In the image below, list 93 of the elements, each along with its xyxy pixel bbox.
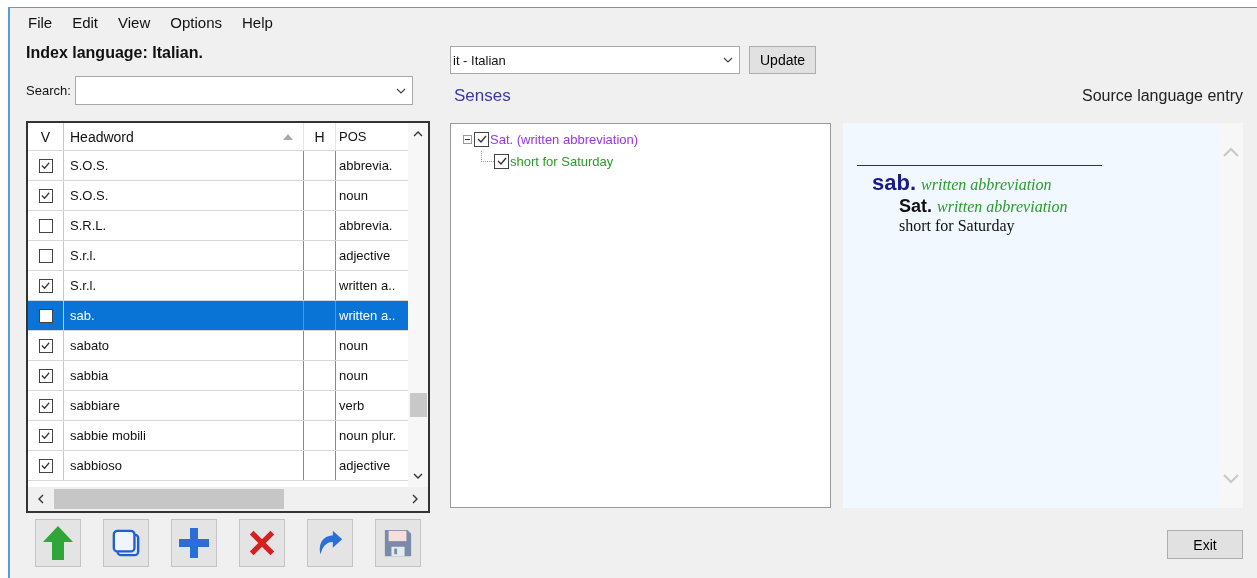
table-row[interactable]: sab. written a.. (28, 301, 408, 331)
table-cell: sabbioso (64, 451, 304, 480)
table-row[interactable]: sabbie mobili noun plur. (28, 421, 408, 451)
sense-term: Sat. (899, 196, 932, 217)
checkbox[interactable] (38, 368, 53, 383)
index-language-label: Index language: Italian. (26, 44, 204, 62)
table-cell: sabbia (64, 361, 304, 390)
up-button[interactable] (35, 519, 81, 567)
table-cell-text: abbrevia. (338, 157, 394, 175)
checkbox[interactable] (38, 278, 53, 293)
add-button[interactable] (171, 519, 217, 567)
scrollbar[interactable] (408, 123, 428, 487)
table-cell-text: written a.. (338, 277, 397, 295)
column-header[interactable]: H (304, 123, 336, 150)
save-button[interactable] (375, 519, 421, 567)
table-cell: S.r.l. (64, 241, 304, 270)
table-cell: S.r.l. (64, 271, 304, 300)
search-field[interactable] (74, 76, 413, 105)
chevron-down-icon (1223, 474, 1239, 484)
table-cell-text: adjective (338, 247, 392, 265)
plus-icon (178, 527, 210, 559)
checkbox[interactable] (38, 158, 53, 173)
table-row[interactable]: sabato noun (28, 331, 408, 361)
table-cell-text: written a.. (338, 307, 397, 325)
exit-button[interactable]: Exit (1167, 530, 1243, 559)
checkbox[interactable] (38, 458, 53, 473)
entry-headword: sab. (872, 170, 917, 196)
table-cell-text: adjective (338, 457, 392, 475)
table-cell-text: verb (338, 397, 366, 415)
checkbox[interactable] (38, 398, 53, 413)
checkbox[interactable] (474, 131, 489, 147)
table-row[interactable]: sabbioso adjective (28, 451, 408, 481)
table-row[interactable]: S.r.l. adjective (28, 241, 408, 271)
table-cell-text: noun plur. (338, 427, 398, 445)
tree-item[interactable]: short for Saturday (510, 153, 614, 169)
checkbox[interactable] (38, 218, 53, 233)
menu-item[interactable]: View (116, 11, 159, 33)
chevron-left-icon (38, 494, 44, 504)
column-header[interactable]: POS (336, 123, 408, 150)
table-row[interactable]: sabbia noun (28, 361, 408, 391)
senses-heading: Senses (454, 86, 511, 106)
table-cell: sabbie mobili (64, 421, 304, 450)
table-cell: S.R.L. (64, 211, 304, 240)
table-cell-text: noun (338, 337, 369, 355)
table-cell: sabbiare (64, 391, 304, 420)
checkbox[interactable] (38, 338, 53, 353)
search-label: Search: (26, 83, 71, 98)
copy-button[interactable] (103, 519, 149, 567)
column-header[interactable]: V (28, 123, 64, 150)
chevron-down-icon (723, 57, 733, 63)
grammar-label: written abbreviation (921, 176, 1052, 194)
chevron-up-icon (1223, 147, 1239, 157)
table-row[interactable]: sabbiare verb (28, 391, 408, 421)
collapse-icon[interactable] (463, 134, 472, 144)
menu-item[interactable]: Options (168, 11, 230, 33)
table-cell: sabato (64, 331, 304, 360)
checkbox[interactable] (38, 428, 53, 443)
chevron-up-icon (413, 131, 423, 137)
definition-text: short for Saturday (899, 217, 1016, 235)
update-button[interactable]: Update (749, 46, 817, 74)
scrollbar-thumb[interactable] (409, 393, 427, 417)
chevron-down-icon (413, 473, 423, 479)
checkbox[interactable] (38, 248, 53, 263)
column-header[interactable]: Headword (64, 123, 304, 150)
arrow-up-icon (42, 525, 74, 561)
table-cell-text: noun (338, 367, 369, 385)
table-row[interactable]: S.R.L. abbrevia. (28, 211, 408, 241)
delete-button[interactable] (239, 519, 285, 567)
menu-item[interactable]: Help (240, 11, 281, 33)
grammar-label: written abbreviation (937, 198, 1068, 216)
table-cell-text: abbrevia. (338, 217, 394, 235)
table-cell: S.O.S. (64, 151, 304, 180)
checkbox[interactable] (38, 308, 53, 323)
redo-button[interactable] (307, 519, 353, 567)
table-cell-text: noun (338, 187, 369, 205)
scrollbar[interactable] (28, 487, 428, 511)
language-select[interactable]: it - Italian (450, 46, 740, 74)
table-cell: S.O.S. (64, 181, 304, 210)
table-cell: sab. (64, 301, 304, 330)
checkbox[interactable] (494, 153, 509, 169)
menu-item[interactable]: Edit (70, 11, 107, 33)
chevron-down-icon (395, 87, 406, 94)
tree-item[interactable]: Sat. (written abbreviation) (490, 131, 639, 147)
chevron-right-icon (412, 494, 418, 504)
source-language-heading: Source language entry (1082, 87, 1243, 105)
checkbox[interactable] (38, 188, 53, 203)
x-icon (247, 528, 277, 558)
floppy-icon (383, 528, 413, 558)
menu-item[interactable]: File (26, 11, 61, 33)
table-row[interactable]: S.O.S. abbrevia. (28, 151, 408, 181)
table-row[interactable]: S.O.S. noun (28, 181, 408, 211)
copy-icon (111, 528, 141, 558)
scrollbar-thumb[interactable] (54, 489, 284, 509)
